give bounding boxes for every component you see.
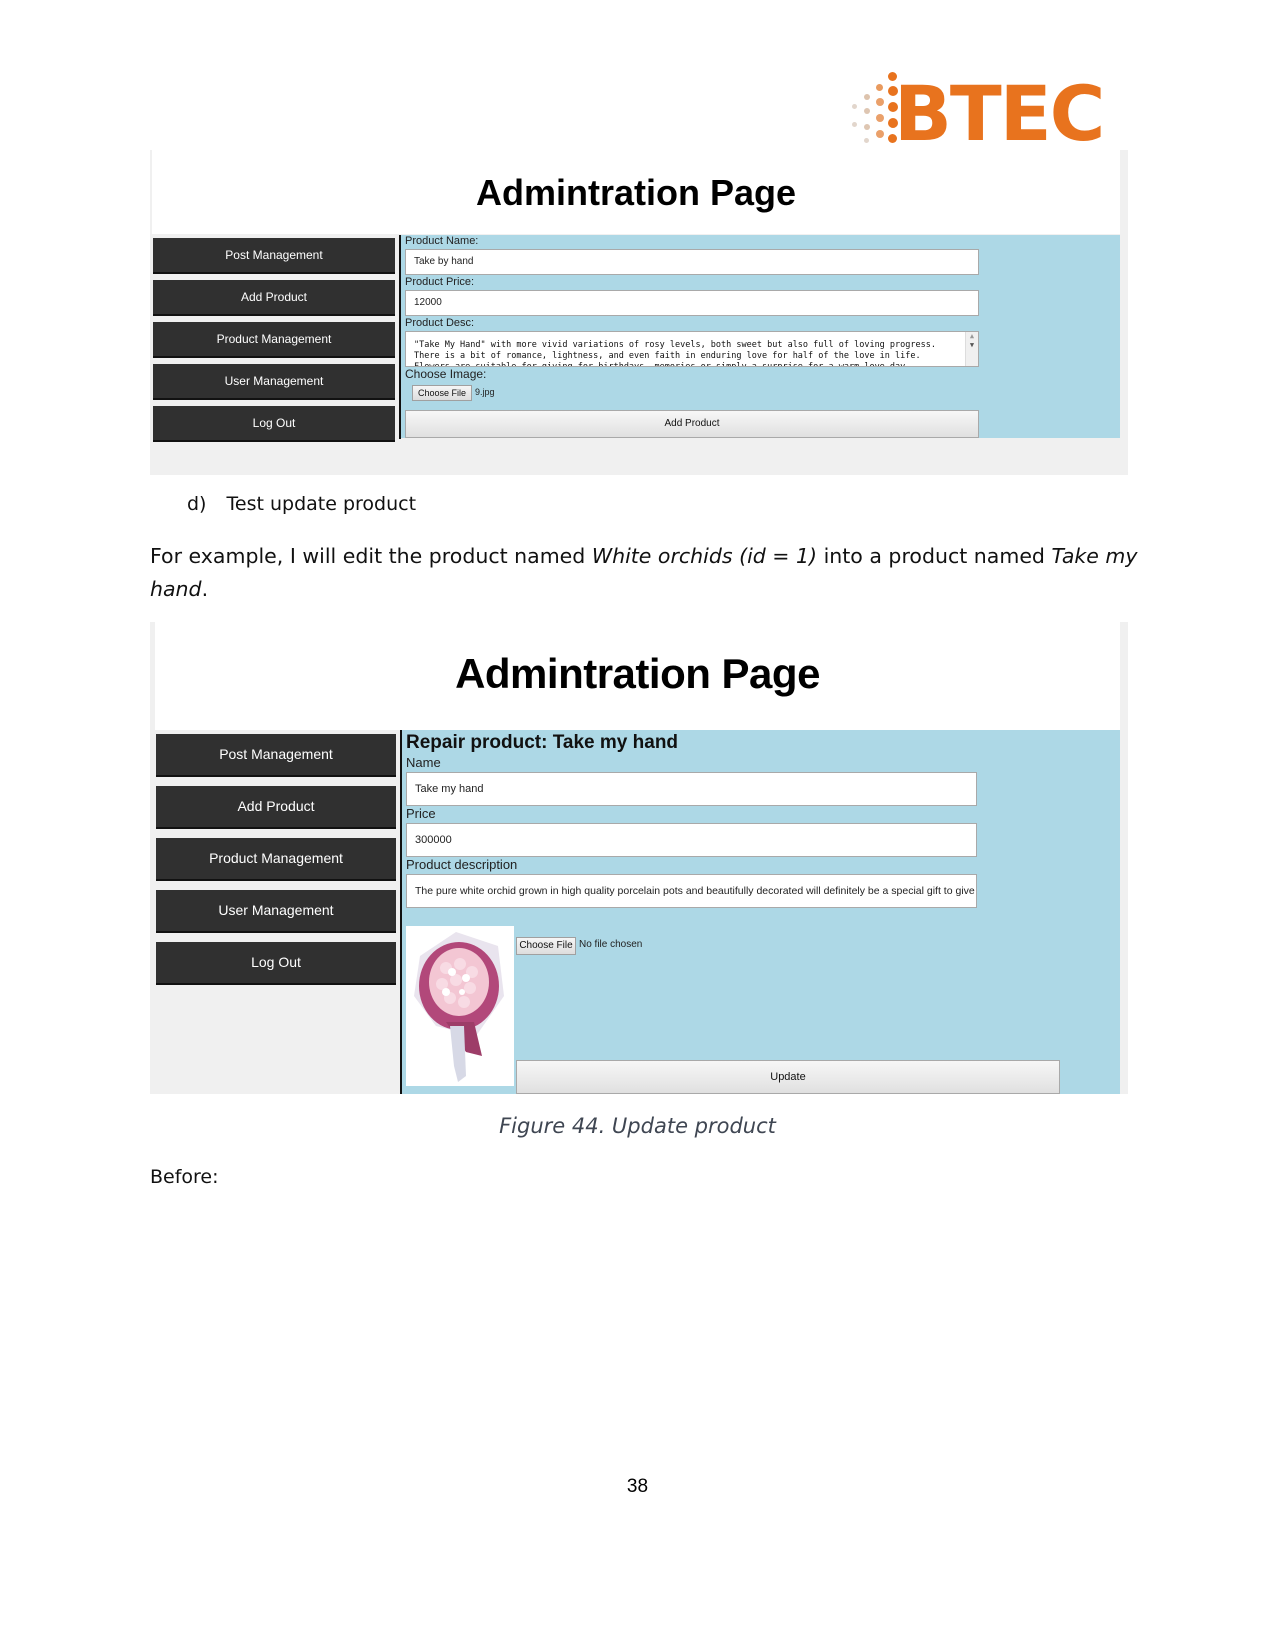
section-marker: d) — [187, 493, 207, 515]
before-label: Before: — [150, 1166, 219, 1188]
logo-wordmark: BTEC — [894, 69, 1105, 158]
paragraph-italic: Take my — [1051, 544, 1138, 568]
desc-line: There is a bit of romance, lightness, an… — [414, 351, 921, 361]
repair-product-heading: Repair product: Take my hand — [406, 732, 679, 753]
sidebar-item-product-management[interactable]: Product Management — [153, 322, 395, 358]
name-input[interactable]: Take my hand — [406, 772, 977, 806]
paragraph-text: For example, I will edit the product nam… — [150, 544, 592, 568]
screenshot-add-product: Admintration Page Post Management Add Pr… — [150, 150, 1128, 475]
description-input[interactable]: The pure white orchid grown in high qual… — [406, 874, 977, 908]
product-name-label: Product Name: — [405, 235, 479, 247]
file-status: No file chosen — [579, 939, 643, 950]
desc-line: "Take My Hand" with more vivid variation… — [414, 340, 936, 350]
price-input[interactable]: 300000 — [406, 823, 977, 857]
sidebar-item-user-management[interactable]: User Management — [156, 890, 396, 933]
paragraph-text: . — [201, 577, 209, 601]
product-name-input[interactable]: Take by hand — [405, 249, 979, 275]
product-desc-textarea[interactable]: "Take My Hand" with more vivid variation… — [405, 331, 979, 367]
add-product-form: Product Name: Take by hand Product Price… — [401, 235, 1120, 438]
section-title: Test update product — [226, 493, 417, 515]
product-price-label: Product Price: — [405, 276, 475, 288]
textarea-scrollbar[interactable]: ▲ ▼ — [965, 332, 978, 366]
choose-image-label: Choose Image: — [405, 367, 487, 381]
figure-caption: Figure 44. Update product — [499, 1114, 776, 1138]
body-paragraph: For example, I will edit the product nam… — [150, 540, 1138, 606]
update-button[interactable]: Update — [516, 1060, 1060, 1094]
desc-line: Flowers are suitable for giving for birt… — [414, 362, 911, 367]
page-title: Admintration Page — [475, 172, 797, 213]
screenshot-update-product: Admintration Page Post Management Add Pr… — [150, 622, 1128, 1094]
description-label: Product description — [406, 857, 518, 872]
paragraph-italic: hand — [150, 577, 202, 601]
name-label: Name — [406, 755, 441, 770]
file-name: 9.jpg — [475, 387, 495, 397]
flower-bouquet-icon — [414, 932, 504, 1082]
sidebar-item-log-out[interactable]: Log Out — [156, 942, 396, 985]
page-title: Admintration Page — [455, 650, 820, 697]
logo-dots-icon — [852, 72, 900, 156]
admin-header: Admintration Page — [152, 150, 1120, 234]
update-product-form: Repair product: Take my hand Name Take m… — [402, 730, 1120, 1094]
sidebar-item-add-product[interactable]: Add Product — [153, 280, 395, 316]
page-number: 38 — [626, 1476, 649, 1497]
add-product-submit-button[interactable]: Add Product — [405, 410, 979, 438]
sidebar-item-post-management[interactable]: Post Management — [153, 238, 395, 274]
choose-file-button[interactable]: Choose File — [516, 937, 576, 955]
sidebar-item-product-management[interactable]: Product Management — [156, 838, 396, 881]
sidebar-item-post-management[interactable]: Post Management — [156, 734, 396, 777]
admin-header: Admintration Page — [155, 622, 1120, 730]
product-price-input[interactable]: 12000 — [405, 290, 979, 316]
paragraph-text: into a product named — [817, 544, 1052, 568]
btec-logo: BTEC — [852, 69, 1105, 158]
section-heading: d) Test update product — [187, 493, 416, 515]
sidebar-item-add-product[interactable]: Add Product — [156, 786, 396, 829]
sidebar-item-log-out[interactable]: Log Out — [153, 406, 395, 442]
scroll-up-icon[interactable]: ▲ — [966, 332, 978, 341]
product-image — [406, 926, 514, 1086]
scroll-down-icon[interactable]: ▼ — [966, 341, 978, 350]
paragraph-italic: White orchids (id = 1) — [591, 544, 818, 568]
sidebar-item-user-management[interactable]: User Management — [153, 364, 395, 400]
price-label: Price — [406, 806, 436, 821]
product-desc-label: Product Desc: — [405, 317, 475, 329]
choose-file-button[interactable]: Choose File — [412, 385, 472, 401]
